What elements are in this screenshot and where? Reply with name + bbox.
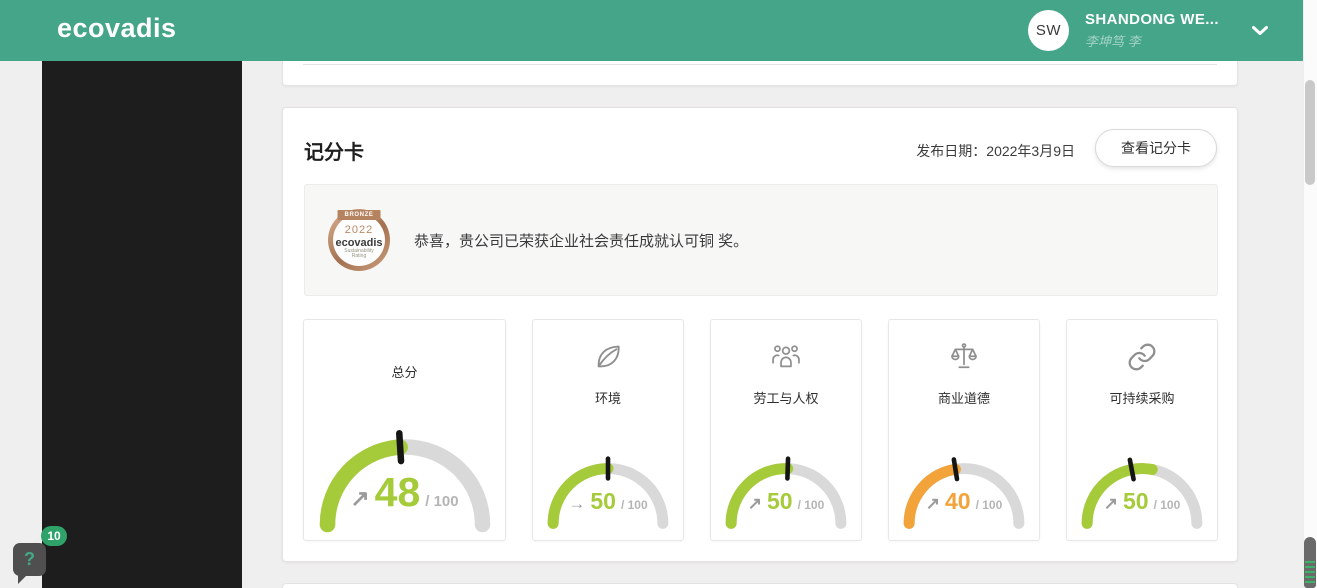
trend-arrow-icon: ↗: [747, 494, 762, 513]
award-message: 恭喜，贵公司已荣获企业社会责任成就认可铜 奖。: [414, 232, 749, 250]
user-menu[interactable]: SW SHANDONG WE... 李坤笃 李: [1028, 10, 1269, 51]
gauge-score: ↗ 50 / 100: [1067, 488, 1217, 515]
score-suffix: / 100: [975, 498, 1003, 512]
trend-arrow-icon: ↗: [350, 485, 370, 511]
gauge-score: ↗ 40 / 100: [889, 488, 1039, 515]
scrollbar-track[interactable]: [1303, 0, 1317, 588]
page-title: 记分卡: [304, 142, 364, 164]
score-suffix: / 100: [620, 498, 648, 512]
gauge-label: 商业道德: [937, 391, 990, 406]
medal-brand: ecovadis: [335, 236, 383, 249]
trend-arrow-icon: ↗: [1103, 494, 1118, 513]
scrollbar-thumb[interactable]: [1305, 80, 1315, 185]
gauge-label: 环境: [594, 391, 621, 406]
gauge-score: → 50 / 100: [533, 488, 683, 515]
chevron-down-icon[interactable]: [1251, 25, 1269, 37]
score-value: 50: [766, 488, 793, 514]
user-company-name: SHANDONG WE...: [1085, 11, 1219, 28]
leaf-icon: [533, 336, 683, 378]
gauge-label: 总分: [391, 365, 418, 380]
medal-core: 2022 ecovadis Sustainability Rating: [333, 214, 385, 266]
gauge-card: 可持续采购 ↗ 50 / 100: [1066, 319, 1218, 541]
medal-tier-label: BRONZE: [337, 210, 381, 220]
trend-arrow-icon: →: [568, 494, 586, 513]
gauge-score: ↗ 48/ 100: [304, 469, 505, 516]
people-icon: [711, 336, 861, 378]
score-value: 40: [944, 488, 971, 514]
score-value: 50: [1122, 488, 1149, 514]
score-suffix: / 100: [797, 498, 825, 512]
award-banner: BRONZE 2022 ecovadis Sustainability Rati…: [304, 184, 1218, 296]
previous-card-partial: [282, 61, 1238, 86]
score-value: 48: [374, 469, 421, 515]
score-suffix: / 100: [425, 493, 459, 510]
help-notification-badge[interactable]: 10: [41, 526, 67, 546]
gauge-label: 劳工与人权: [753, 391, 819, 406]
publish-date: 发布日期：2022年3月9日: [916, 143, 1075, 159]
user-info: SHANDONG WE... 李坤笃 李: [1085, 11, 1219, 50]
app-window: ecovadis SW SHANDONG WE... 李坤笃 李 ? 10 记分…: [0, 0, 1317, 588]
score-value: 50: [590, 488, 616, 514]
question-mark-icon: ?: [24, 549, 35, 569]
medal-year: 2022: [344, 224, 374, 237]
user-contact-name: 李坤笃 李: [1085, 34, 1141, 49]
gauge-card: 商业道德 ↗ 40 / 100: [888, 319, 1040, 541]
avatar[interactable]: SW: [1028, 10, 1069, 51]
gauge-label: 可持续采购: [1109, 391, 1175, 406]
view-scorecard-button[interactable]: 查看记分卡: [1095, 129, 1217, 167]
bronze-medal-icon: BRONZE 2022 ecovadis Sustainability Rati…: [328, 209, 390, 271]
gauge-score: ↗ 50 / 100: [711, 488, 861, 515]
divider: [303, 64, 1217, 65]
sidebar-panel: [42, 61, 242, 588]
scorecard-section: 记分卡 发布日期：2022年3月9日 查看记分卡 BRONZE 2022 eco…: [282, 107, 1238, 562]
score-suffix: / 100: [1153, 498, 1181, 512]
link-icon: [1067, 336, 1217, 378]
next-card-partial: [282, 583, 1238, 588]
gauge-card: 劳工与人权 ↗ 50 / 100: [710, 319, 862, 541]
scrollbar-bottom-indicator[interactable]: [1304, 537, 1316, 588]
help-button[interactable]: ?: [13, 543, 46, 584]
scrollbar-green-marks: [1305, 561, 1315, 586]
ecovadis-logo: ecovadis: [57, 13, 177, 43]
medal-tagline: Sustainability Rating: [344, 247, 374, 260]
gauge-row: 总分 ↗ 48/ 100 环境 → 50/ 100 劳工与人权 ↗ 50/ 100 商业道德 ↗ 40…: [303, 319, 1218, 541]
gauge-card: 环境 → 50 / 100: [532, 319, 684, 541]
top-navbar: ecovadis SW SHANDONG WE... 李坤笃 李: [0, 0, 1317, 61]
gauge-card: 总分 ↗ 48/ 100: [303, 319, 506, 541]
scales-icon: [889, 336, 1039, 378]
trend-arrow-icon: ↗: [925, 494, 940, 513]
